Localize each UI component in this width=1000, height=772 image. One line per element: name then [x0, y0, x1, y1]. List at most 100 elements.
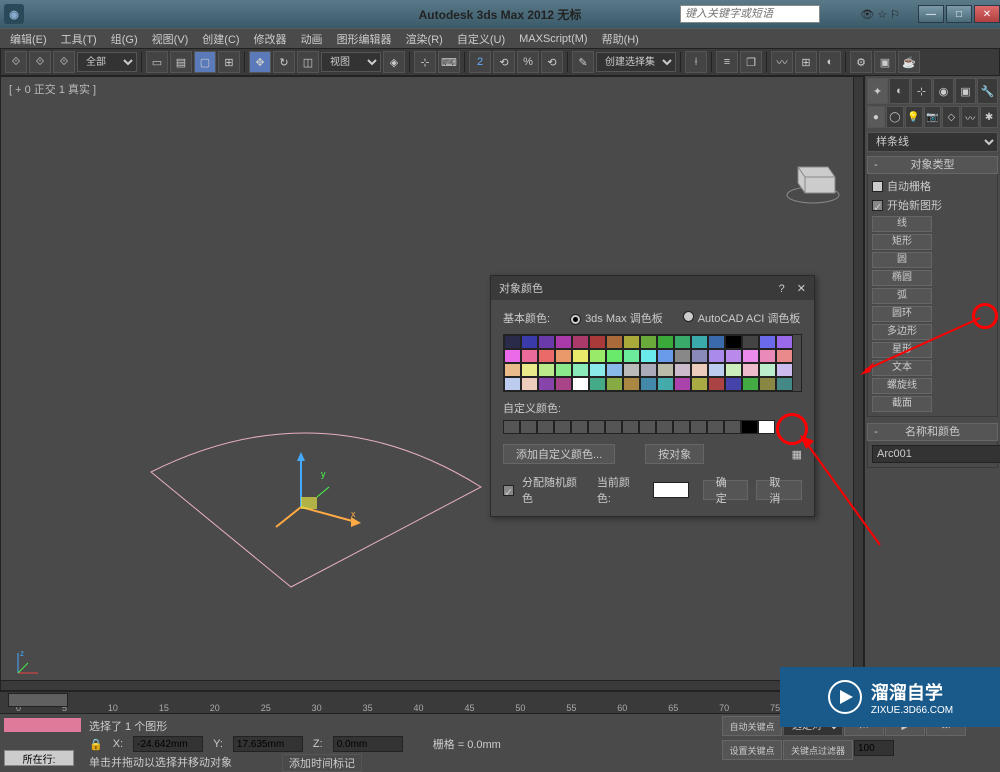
transform-gizmo[interactable]: y x [271, 447, 371, 547]
by-object-button[interactable]: 按对象 [645, 444, 704, 464]
color-swatch[interactable] [708, 349, 725, 363]
unlink-icon[interactable]: ⟐ [29, 51, 51, 73]
manip-icon[interactable]: ⊹ [414, 51, 436, 73]
move-icon[interactable]: ✥ [249, 51, 271, 73]
color-swatch[interactable] [742, 363, 759, 377]
space-subtab[interactable]: 〰 [961, 106, 979, 128]
viewport-label[interactable]: [ + 0 正交 1 真实 ] [9, 81, 96, 97]
color-swatch[interactable] [623, 349, 640, 363]
color-swatch[interactable] [776, 335, 793, 349]
curve-editor-icon[interactable]: 〰 [771, 51, 793, 73]
color-swatch[interactable] [572, 349, 589, 363]
spline-多边形[interactable]: 多边形 [872, 324, 932, 340]
scale-icon[interactable]: ◫ [297, 51, 319, 73]
color-swatch[interactable] [606, 363, 623, 377]
close-button[interactable]: ✕ [974, 5, 1000, 23]
menu-图形编辑器[interactable]: 图形编辑器 [331, 29, 398, 49]
rollout-namecolor[interactable]: 名称和颜色 [867, 423, 998, 441]
color-swatch[interactable] [623, 377, 640, 391]
color-swatch[interactable] [589, 349, 606, 363]
maximize-button[interactable]: □ [946, 5, 972, 23]
color-swatch[interactable] [776, 363, 793, 377]
display-tab[interactable]: ▣ [955, 78, 976, 104]
cameras-subtab[interactable]: 📷 [924, 106, 942, 128]
color-swatch[interactable] [623, 335, 640, 349]
menu-帮助(H)[interactable]: 帮助(H) [596, 29, 645, 49]
helpers-subtab[interactable]: ◇ [942, 106, 960, 128]
color-swatch[interactable] [725, 335, 742, 349]
color-swatch[interactable] [691, 363, 708, 377]
spline-弧[interactable]: 弧 [872, 288, 932, 304]
track-row[interactable] [4, 718, 81, 732]
menu-修改器[interactable]: 修改器 [248, 29, 293, 49]
custom-swatch[interactable] [537, 420, 554, 434]
color-swatch[interactable] [657, 363, 674, 377]
material-icon[interactable]: ◐ [819, 51, 841, 73]
color-swatch[interactable] [555, 363, 572, 377]
color-swatch[interactable] [555, 349, 572, 363]
select-name-icon[interactable]: ▤ [170, 51, 192, 73]
color-swatch[interactable] [589, 363, 606, 377]
color-swatch[interactable] [521, 335, 538, 349]
color-swatch[interactable] [742, 335, 759, 349]
color-swatch[interactable] [555, 335, 572, 349]
color-swatch[interactable] [776, 377, 793, 391]
custom-swatch[interactable] [707, 420, 724, 434]
create-tab[interactable]: ✦ [867, 78, 888, 104]
frame-input[interactable] [854, 740, 894, 756]
color-swatch[interactable] [606, 335, 623, 349]
color-swatch[interactable] [538, 363, 555, 377]
render-frame-icon[interactable]: ▣ [874, 51, 896, 73]
active-color-icon[interactable]: ▦ [792, 448, 802, 461]
color-swatch[interactable] [742, 349, 759, 363]
menu-编辑(E)[interactable]: 编辑(E) [4, 29, 53, 49]
snap-pct-icon[interactable]: % [517, 51, 539, 73]
custom-swatch[interactable] [622, 420, 639, 434]
named-sel-set[interactable]: 创建选择集 [596, 52, 676, 72]
color-swatch[interactable] [691, 349, 708, 363]
modify-tab[interactable]: ◐ [889, 78, 910, 104]
color-swatch[interactable] [504, 363, 521, 377]
setkey-button[interactable]: 设置关键点 [722, 740, 782, 760]
custom-swatch[interactable] [724, 420, 741, 434]
spline-截面[interactable]: 截面 [872, 396, 932, 412]
h-scrollbar[interactable] [1, 680, 863, 690]
color-swatch[interactable] [572, 377, 589, 391]
category-combo[interactable]: 样条线 [867, 132, 998, 152]
color-swatch[interactable] [589, 335, 606, 349]
autokey-button[interactable]: 自动关键点 [722, 716, 782, 736]
render-setup-icon[interactable]: ⚙ [850, 51, 872, 73]
color-swatch[interactable] [725, 377, 742, 391]
color-swatch[interactable] [657, 335, 674, 349]
color-swatch[interactable] [504, 349, 521, 363]
coord-z[interactable] [333, 736, 403, 752]
dialog-close-icon[interactable]: ✕ [797, 283, 806, 295]
dialog-titlebar[interactable]: 对象颜色 ?✕ [491, 276, 814, 300]
schematic-icon[interactable]: ⊞ [795, 51, 817, 73]
add-custom-button[interactable]: 添加自定义颜色... [503, 444, 615, 464]
color-swatch[interactable] [640, 349, 657, 363]
color-swatch[interactable] [691, 377, 708, 391]
custom-swatch[interactable] [605, 420, 622, 434]
custom-swatch[interactable] [673, 420, 690, 434]
custom-swatch[interactable] [758, 420, 775, 434]
rollout-objtype[interactable]: 对象类型 [867, 156, 998, 174]
color-swatch[interactable] [538, 349, 555, 363]
custom-swatch[interactable] [690, 420, 707, 434]
color-swatch[interactable] [759, 363, 776, 377]
color-swatch[interactable] [538, 377, 555, 391]
custom-swatch[interactable] [741, 420, 758, 434]
shapes-subtab[interactable]: ◯ [886, 106, 904, 128]
help-icons[interactable]: 👁 ☆ ⚐ [860, 8, 900, 21]
now-button[interactable]: 所在行: [4, 750, 74, 766]
menu-组(G)[interactable]: 组(G) [105, 29, 144, 49]
spline-圆环[interactable]: 圆环 [872, 306, 932, 322]
link-icon[interactable]: ⟐ [5, 51, 27, 73]
color-swatch[interactable] [657, 377, 674, 391]
spline-星形[interactable]: 星形 [872, 342, 932, 358]
named-sel-icon[interactable]: ✎ [572, 51, 594, 73]
color-swatch[interactable] [589, 377, 606, 391]
menu-MAXScript(M)[interactable]: MAXScript(M) [513, 31, 593, 47]
color-swatch[interactable] [776, 349, 793, 363]
systems-subtab[interactable]: ✱ [980, 106, 998, 128]
